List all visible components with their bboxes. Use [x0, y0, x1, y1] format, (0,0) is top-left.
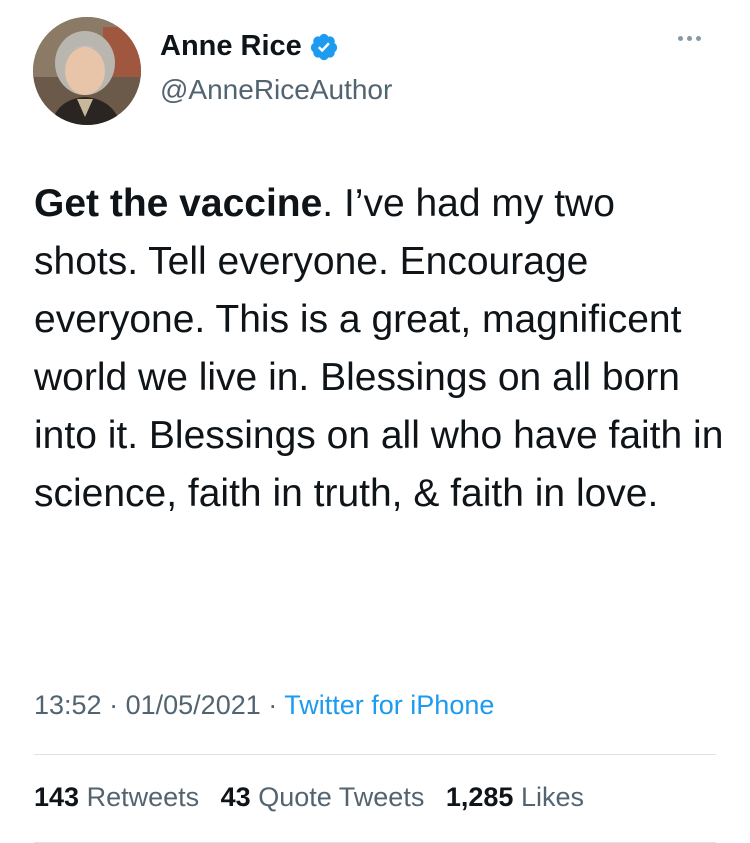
meta-separator: ·: [109, 690, 119, 720]
more-dot: [678, 36, 683, 41]
tweet-text: Get the vaccine. I’ve had my two shots. …: [34, 175, 724, 523]
author-name-row: Anne Rice: [160, 30, 339, 63]
more-options-icon[interactable]: [678, 36, 701, 41]
tweet-stats: 143 Retweets 43 Quote Tweets 1,285 Likes: [34, 782, 598, 813]
author-display-name[interactable]: Anne Rice: [160, 30, 302, 63]
tweet-meta: 13:52 · 01/05/2021 · Twitter for iPhone: [34, 690, 494, 721]
divider: [34, 754, 716, 755]
tweet-text-body: . I’ve had my two shots. Tell everyone. …: [34, 182, 724, 515]
quote-tweets-label: Quote Tweets: [258, 782, 425, 812]
more-dot: [696, 36, 701, 41]
tweet-source-link[interactable]: Twitter for iPhone: [284, 690, 494, 720]
quote-tweets-stat[interactable]: 43 Quote Tweets: [221, 782, 425, 812]
retweets-stat[interactable]: 143 Retweets: [34, 782, 199, 812]
avatar-photo: [33, 17, 141, 125]
author-handle[interactable]: @AnneRiceAuthor: [160, 74, 392, 106]
likes-stat[interactable]: 1,285 Likes: [446, 782, 584, 812]
more-dot: [687, 36, 692, 41]
likes-label: Likes: [520, 782, 584, 812]
retweets-label: Retweets: [86, 782, 200, 812]
meta-separator: ·: [268, 690, 278, 720]
tweet-date[interactable]: 01/05/2021: [126, 690, 261, 720]
verified-badge-icon: [309, 32, 339, 62]
tweet-text-bold: Get the vaccine: [34, 182, 323, 225]
likes-count: 1,285: [445, 782, 514, 812]
quote-tweets-count: 43: [220, 782, 251, 812]
retweets-count: 143: [34, 782, 80, 812]
tweet-card: Anne Rice @AnneRiceAuthor Get the vaccin…: [0, 0, 750, 843]
tweet-time[interactable]: 13:52: [34, 690, 102, 720]
avatar[interactable]: [33, 17, 141, 125]
